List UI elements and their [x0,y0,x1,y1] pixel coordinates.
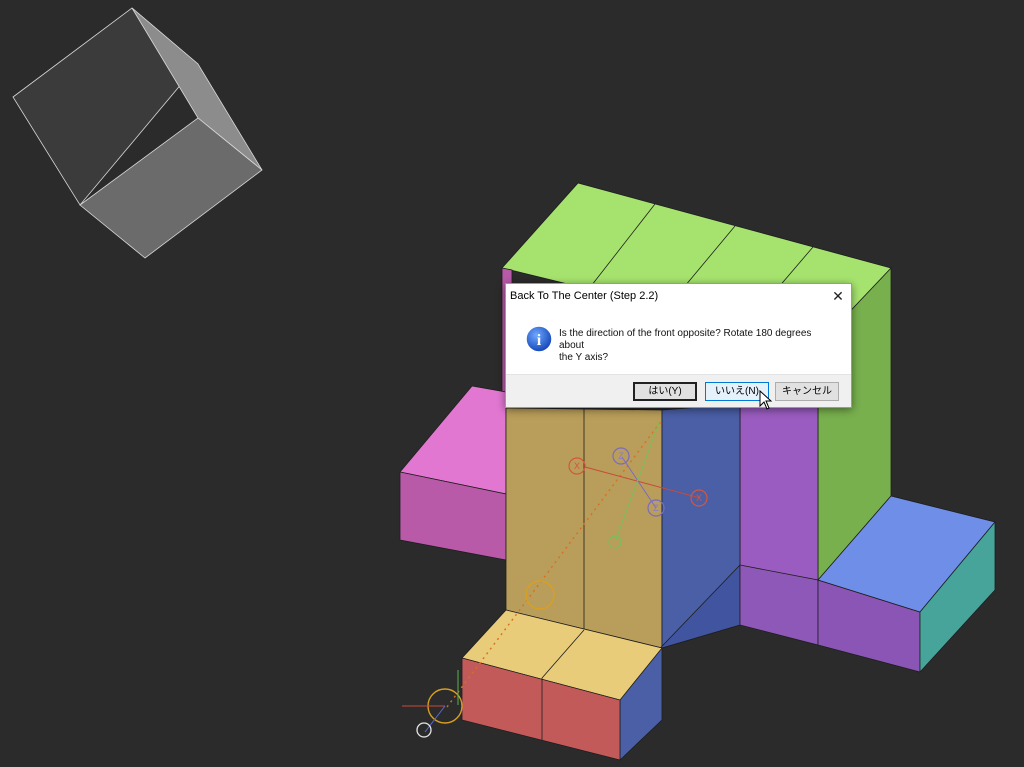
dialog-message-line-2: the Y axis? [559,352,609,363]
mouse-cursor-icon [759,390,773,410]
dialog-message: Is the direction of the front opposite? … [559,328,839,364]
grey-cube[interactable] [12,7,263,259]
info-icon: i [525,325,553,353]
dialog-title: Back To The Center (Step 2.2) [510,290,659,302]
dialog-footer: はい(Y) いいえ(N) キャンセル [506,374,851,407]
gizmo-z-label-top: Z [618,451,624,461]
gizmo-x-label-left: X [574,461,580,471]
dialog-message-line-1: Is the direction of the front opposite? … [559,328,812,351]
yes-button[interactable]: はい(Y) [633,382,697,401]
close-icon[interactable]: ✕ [829,287,847,305]
world-origin-marker[interactable] [416,722,432,738]
info-icon-glyph: i [537,332,542,349]
gizmo-z-label-bottom: Z [653,503,659,513]
cancel-button[interactable]: キャンセル [775,382,839,401]
confirm-dialog[interactable]: Back To The Center (Step 2.2) ✕ i Is the… [505,283,852,408]
block-assembly[interactable] [399,182,996,761]
gizmo-x-label-right: X [696,493,702,503]
